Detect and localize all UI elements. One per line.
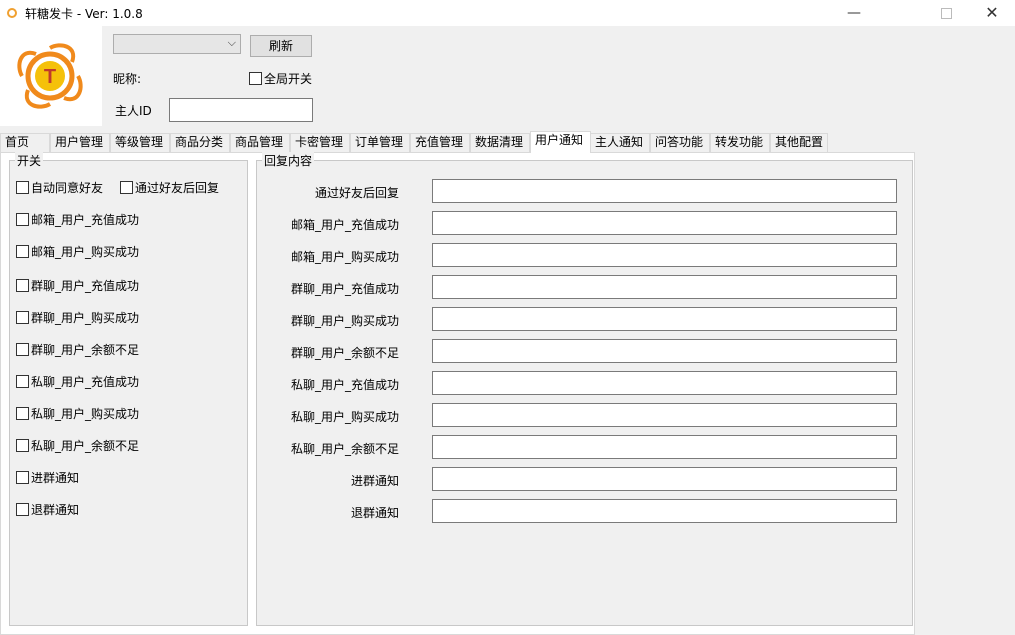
chevron-down-icon: ⌵	[227, 36, 236, 49]
checkbox-box[interactable]	[16, 279, 29, 292]
tab-10[interactable]: 主人通知	[590, 133, 650, 152]
switch-checkbox-6[interactable]: 群聊_用户_余额不足	[16, 341, 139, 358]
reply-input-6[interactable]	[432, 371, 897, 395]
tab-9[interactable]: 用户通知	[530, 131, 591, 153]
tab-1[interactable]: 用户管理	[50, 133, 110, 152]
tab-4[interactable]: 商品管理	[230, 133, 290, 152]
app-icon	[7, 8, 17, 18]
switch-label: 私聊_用户_购买成功	[31, 407, 140, 421]
switch-checkbox-4[interactable]: 群聊_用户_充值成功	[16, 277, 139, 294]
reply-input-5[interactable]	[432, 339, 897, 363]
tab-7[interactable]: 充值管理	[410, 133, 470, 152]
reply-label-4: 群聊_用户_购买成功	[290, 314, 399, 328]
switch-label: 邮箱_用户_购买成功	[31, 245, 140, 259]
refresh-button[interactable]: 刷新	[250, 35, 312, 57]
tab-13[interactable]: 其他配置	[770, 133, 828, 152]
reply-group-title: 回复内容	[262, 152, 315, 169]
switch-label: 群聊_用户_购买成功	[31, 311, 140, 325]
switch-checkbox-8[interactable]: 私聊_用户_购买成功	[16, 405, 139, 422]
tab-8[interactable]: 数据清理	[470, 133, 530, 152]
account-select[interactable]: ⌵	[113, 34, 241, 54]
checkbox-box[interactable]	[16, 407, 29, 420]
maximize-button[interactable]	[923, 0, 969, 26]
switch-label: 进群通知	[31, 471, 80, 485]
checkbox-box[interactable]	[16, 471, 29, 484]
checkbox-box[interactable]	[16, 213, 29, 226]
switch-checkbox-0[interactable]: 自动同意好友	[16, 179, 103, 196]
owner-id-input[interactable]	[169, 98, 313, 122]
switch-label: 退群通知	[31, 503, 80, 517]
reply-label-10: 退群通知	[350, 506, 399, 520]
checkbox-box[interactable]	[16, 245, 29, 258]
switch-checkbox-7[interactable]: 私聊_用户_充值成功	[16, 373, 139, 390]
nickname-label: 昵称:	[113, 72, 142, 86]
switch-label: 邮箱_用户_充值成功	[31, 213, 140, 227]
tab-5[interactable]: 卡密管理	[290, 133, 350, 152]
tab-11[interactable]: 问答功能	[650, 133, 710, 152]
checkbox-box[interactable]	[249, 72, 262, 85]
minimize-button[interactable]: —	[831, 0, 877, 26]
switch-checkbox-9[interactable]: 私聊_用户_余额不足	[16, 437, 139, 454]
checkbox-box[interactable]	[120, 181, 133, 194]
reply-input-3[interactable]	[432, 275, 897, 299]
tab-3[interactable]: 商品分类	[170, 133, 230, 152]
reply-input-8[interactable]	[432, 435, 897, 459]
logo: T	[0, 26, 102, 126]
tab-6[interactable]: 订单管理	[350, 133, 410, 152]
close-button[interactable]: ✕	[969, 0, 1015, 26]
checkbox-box[interactable]	[16, 503, 29, 516]
switch-label: 群聊_用户_余额不足	[31, 343, 140, 357]
reply-group: 回复内容 通过好友后回复邮箱_用户_充值成功 邮箱_用户_购买成功 群聊_用户_充值…	[256, 152, 913, 626]
global-switch-label: 全局开关	[264, 72, 313, 86]
switch-checkbox-5[interactable]: 群聊_用户_购买成功	[16, 309, 139, 326]
switch-checkbox-2[interactable]: 邮箱_用户_充值成功	[16, 211, 139, 228]
checkbox-box[interactable]	[16, 375, 29, 388]
reply-label-7: 私聊_用户_购买成功	[290, 410, 399, 424]
owner-id-label: 主人ID	[115, 104, 152, 118]
reply-input-7[interactable]	[432, 403, 897, 427]
reply-input-0[interactable]	[432, 179, 897, 203]
switch-checkbox-3[interactable]: 邮箱_用户_购买成功	[16, 243, 139, 260]
reply-input-2[interactable]	[432, 243, 897, 267]
checkbox-box[interactable]	[16, 343, 29, 356]
logo-icon: T	[17, 43, 83, 109]
reply-input-1[interactable]	[432, 211, 897, 235]
tab-12[interactable]: 转发功能	[710, 133, 770, 152]
global-switch-checkbox[interactable]: 全局开关	[249, 70, 312, 87]
reply-label-9: 进群通知	[350, 474, 399, 488]
checkbox-box[interactable]	[16, 311, 29, 324]
reply-label-0: 通过好友后回复	[314, 186, 399, 200]
switch-label: 自动同意好友	[31, 181, 104, 195]
switch-label: 私聊_用户_充值成功	[31, 375, 140, 389]
logo-letter: T	[44, 66, 56, 88]
reply-input-9[interactable]	[432, 467, 897, 491]
reply-input-4[interactable]	[432, 307, 897, 331]
switch-checkbox-10[interactable]: 进群通知	[16, 469, 79, 486]
switch-checkbox-11[interactable]: 退群通知	[16, 501, 79, 518]
switch-label: 私聊_用户_余额不足	[31, 439, 140, 453]
reply-label-3: 群聊_用户_充值成功	[290, 282, 399, 296]
switch-label: 通过好友后回复	[135, 181, 220, 195]
maximize-icon	[940, 7, 952, 19]
reply-input-10[interactable]	[432, 499, 897, 523]
checkbox-box[interactable]	[16, 181, 29, 194]
reply-label-6: 私聊_用户_充值成功	[290, 378, 399, 392]
switch-checkbox-1[interactable]: 通过好友后回复	[120, 179, 219, 196]
reply-label-8: 私聊_用户_余额不足	[290, 442, 399, 456]
reply-label-1: 邮箱_用户_充值成功	[290, 218, 399, 232]
switch-group: 开关 自动同意好友 通过好友后回复邮箱_用户_充值成功 邮箱_用户_购买成功 群聊_用…	[9, 152, 248, 626]
reply-label-5: 群聊_用户_余额不足	[290, 346, 399, 360]
reply-label-2: 邮箱_用户_购买成功	[290, 250, 399, 264]
checkbox-box[interactable]	[16, 439, 29, 452]
switch-group-title: 开关	[15, 152, 44, 169]
window-title: 轩糖发卡 - Ver: 1.0.8	[25, 7, 143, 21]
tab-0[interactable]: 首页	[0, 133, 50, 152]
tab-2[interactable]: 等级管理	[110, 133, 170, 152]
switch-label: 群聊_用户_充值成功	[31, 279, 140, 293]
